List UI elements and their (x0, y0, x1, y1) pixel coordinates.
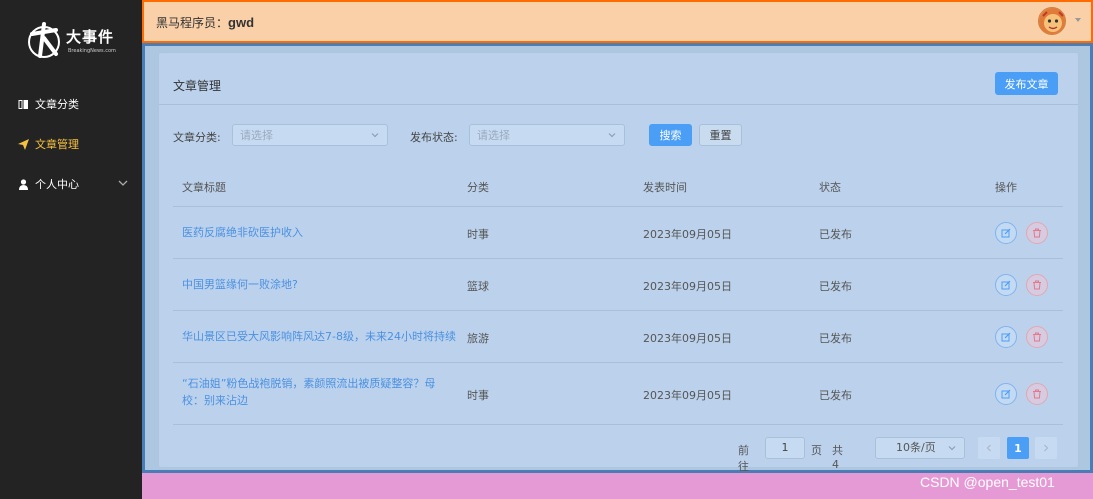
trash-icon (1033, 280, 1041, 290)
trash-icon (1033, 389, 1041, 399)
article-date: 2023年09月05日 (643, 280, 732, 293)
logo-text: 大事件 (66, 28, 115, 46)
delete-button[interactable] (1026, 326, 1048, 348)
status-filter-label: 发布状态: (410, 131, 458, 144)
article-date: 2023年09月05日 (643, 332, 732, 345)
column-header-category: 分类 (467, 181, 489, 194)
article-date: 2023年09月05日 (643, 228, 732, 241)
edit-button[interactable] (995, 274, 1017, 296)
article-title-link[interactable]: 华山景区已受大风影响阵风达7-8级，未来24小时将持续 (182, 328, 456, 345)
trash-icon (1033, 332, 1041, 342)
main-content: 文章管理 发布文章 文章分类: 请选择 发布状态: 请选择 搜索 重置 文章标题… (142, 43, 1093, 486)
user-greeting: 黑马程序员：gwd (156, 14, 254, 31)
chevron-right-icon (1044, 444, 1049, 452)
sidebar-item-personal-center[interactable]: 个人中心 (0, 164, 142, 204)
sidebar-item-label: 个人中心 (35, 178, 79, 191)
category-filter-label: 文章分类: (173, 131, 221, 144)
table-header-row: 文章标题 分类 发表时间 状态 操作 (173, 161, 1063, 207)
logo: 大事件 BreakingNews.com (26, 20, 122, 62)
card-header: 文章管理 发布文章 (159, 53, 1078, 105)
user-icon (17, 178, 29, 190)
edit-icon (1001, 228, 1011, 238)
username: gwd (228, 15, 255, 30)
avatar-lion-icon (1039, 8, 1065, 34)
user-prefix: 黑马程序员： (156, 16, 229, 30)
article-category: 时事 (467, 389, 489, 402)
article-status: 已发布 (819, 228, 852, 241)
caret-down-icon[interactable] (1074, 16, 1082, 24)
chevron-down-icon (118, 180, 128, 186)
article-title-link[interactable]: “石油姐”粉色战袍脱销，素颜照流出被质疑整容？母校：别来沾边 (182, 375, 452, 409)
page-number-button[interactable]: 1 (1007, 437, 1029, 459)
column-header-date: 发表时间 (643, 181, 687, 194)
edit-button[interactable] (995, 383, 1017, 405)
delete-button[interactable] (1026, 383, 1048, 405)
delete-button[interactable] (1026, 274, 1048, 296)
sidebar-item-article-management[interactable]: 文章管理 (0, 124, 142, 164)
search-button[interactable]: 搜索 (649, 124, 692, 146)
status-select-placeholder: 请选择 (477, 129, 510, 142)
top-header: 黑马程序员：gwd (142, 0, 1093, 43)
article-title-link[interactable]: 中国男篮缘何一败涂地? (182, 276, 298, 293)
table-row: 华山景区已受大风影响阵风达7-8级，未来24小时将持续 旅游 2023年09月0… (173, 311, 1063, 363)
column-header-status: 状态 (819, 181, 841, 194)
next-page-button[interactable] (1035, 437, 1057, 459)
sidebar: 大事件 BreakingNews.com 文章分类 文章管理 个人中心 (0, 0, 142, 499)
logo-mark-icon (28, 22, 60, 58)
category-select-placeholder: 请选择 (240, 129, 273, 142)
sidebar-item-label: 文章分类 (35, 98, 79, 111)
chevron-down-icon (608, 133, 616, 138)
page-size-value: 10条/页 (896, 441, 936, 454)
page-unit-label: 页 (811, 444, 822, 457)
chevron-left-icon (986, 444, 991, 452)
page-size-select[interactable]: 10条/页 (875, 437, 965, 459)
trash-icon (1033, 228, 1041, 238)
article-category: 时事 (467, 228, 489, 241)
category-select[interactable]: 请选择 (232, 124, 388, 146)
sidebar-item-article-category[interactable]: 文章分类 (0, 84, 142, 124)
goto-page-input[interactable]: 1 (765, 437, 805, 459)
edit-icon (1001, 389, 1011, 399)
column-header-actions: 操作 (995, 181, 1017, 194)
edit-icon (1001, 332, 1011, 342)
goto-label: 前往 (738, 444, 749, 473)
edit-button[interactable] (995, 326, 1017, 348)
article-category: 旅游 (467, 332, 489, 345)
article-card: 文章管理 发布文章 文章分类: 请选择 发布状态: 请选择 搜索 重置 文章标题… (158, 52, 1079, 486)
page-title: 文章管理 (173, 79, 222, 93)
reset-button[interactable]: 重置 (699, 124, 742, 146)
chevron-down-icon (948, 446, 956, 451)
article-status: 已发布 (819, 389, 852, 402)
article-title-link[interactable]: 医药反腐绝非砍医护收入 (182, 224, 303, 241)
send-icon (17, 138, 29, 150)
logo-subtitle: BreakingNews.com (68, 48, 116, 54)
table-row: 中国男篮缘何一败涂地? 篮球 2023年09月05日 已发布 (173, 259, 1063, 311)
sidebar-item-label: 文章管理 (35, 138, 79, 151)
book-icon (17, 98, 29, 110)
watermark: CSDN @open_test01 (920, 474, 1055, 490)
article-category: 篮球 (467, 280, 489, 293)
avatar[interactable] (1038, 7, 1066, 35)
table-row: “石油姐”粉色战袍脱销，素颜照流出被质疑整容？母校：别来沾边 时事 2023年0… (173, 363, 1063, 425)
table-row: 医药反腐绝非砍医护收入 时事 2023年09月05日 已发布 (173, 207, 1063, 259)
delete-button[interactable] (1026, 222, 1048, 244)
column-header-title: 文章标题 (182, 181, 226, 194)
article-status: 已发布 (819, 280, 852, 293)
edit-button[interactable] (995, 222, 1017, 244)
article-date: 2023年09月05日 (643, 389, 732, 402)
article-status: 已发布 (819, 332, 852, 345)
edit-icon (1001, 280, 1011, 290)
chevron-down-icon (371, 133, 379, 138)
status-select[interactable]: 请选择 (469, 124, 625, 146)
prev-page-button[interactable] (978, 437, 1000, 459)
publish-article-button[interactable]: 发布文章 (995, 72, 1058, 95)
